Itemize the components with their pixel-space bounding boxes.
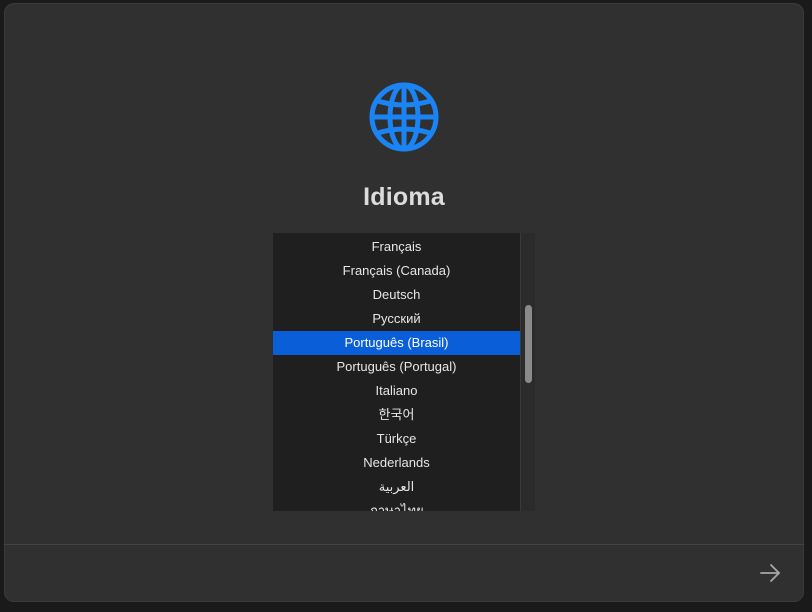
language-option[interactable]: Deutsch [273, 283, 520, 307]
language-option[interactable]: Русский [273, 307, 520, 331]
language-option[interactable]: العربية [273, 475, 520, 499]
scrollbar-track[interactable] [520, 233, 535, 511]
language-option[interactable]: Português (Portugal) [273, 355, 520, 379]
language-option[interactable]: Türkçe [273, 427, 520, 451]
language-option[interactable]: Italiano [273, 379, 520, 403]
globe-icon [369, 82, 439, 152]
arrow-right-icon[interactable] [756, 559, 784, 587]
setup-window: Idioma Français Français (Canada) Deutsch Р… [4, 3, 804, 602]
footer-divider [4, 544, 804, 545]
scrollbar-thumb[interactable] [525, 305, 532, 383]
language-list-items: Français Français (Canada) Deutsch Русский P… [273, 235, 520, 511]
language-option[interactable]: ภาษาไทย [273, 499, 520, 511]
language-option[interactable]: Français [273, 235, 520, 259]
language-option[interactable]: 한국어 [273, 403, 520, 427]
language-option[interactable]: Français (Canada) [273, 259, 520, 283]
language-option-selected[interactable]: Português (Brasil) [273, 331, 520, 355]
page-title: Idioma [363, 183, 445, 211]
language-list[interactable]: Français Français (Canada) Deutsch Русский P… [273, 233, 535, 511]
language-option[interactable]: Nederlands [273, 451, 520, 475]
